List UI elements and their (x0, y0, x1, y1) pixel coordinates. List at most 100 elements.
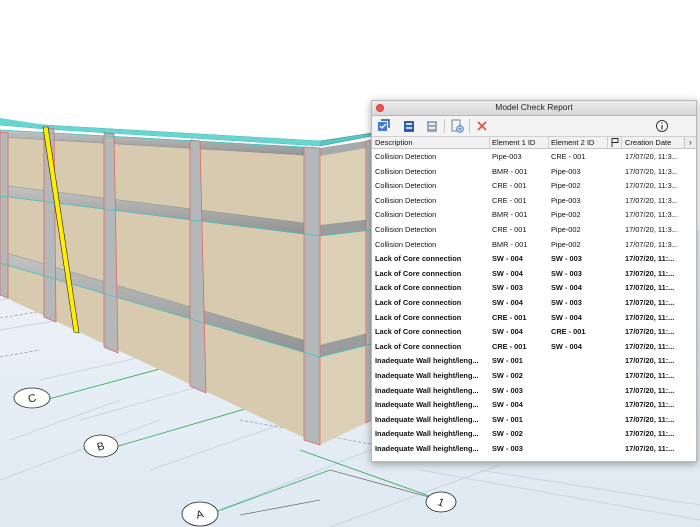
cell-description: Inadequate Wall height/leng... (375, 443, 479, 453)
cell-element-1-id: SW - 002 (492, 370, 523, 380)
cell-element-1-id: SW - 002 (492, 429, 523, 439)
cell-description: Inadequate Wall height/leng... (375, 429, 479, 439)
show-elements-icon[interactable] (425, 119, 439, 133)
cell-creation-date: 17/07/20, 11:... (625, 443, 675, 453)
table-row[interactable]: Inadequate Wall height/leng... SW - 001 17… (372, 353, 696, 368)
table-row[interactable]: Collision Detection BMR - 001 Pipe-002 17/0… (372, 237, 696, 252)
table-row[interactable]: Lack of Core connection SW - 004 SW - 003 1… (372, 266, 696, 281)
cell-description: Lack of Core connection (375, 268, 462, 278)
info-icon[interactable] (655, 119, 669, 133)
flag-icon[interactable] (611, 138, 619, 149)
cell-creation-date: 17/07/20, 11:... (625, 254, 675, 264)
grid-bubble-c[interactable]: C (13, 387, 51, 409)
cell-description: Collision Detection (375, 166, 437, 176)
cell-element-2-id: SW - 003 (551, 254, 582, 264)
cell-creation-date: 17/07/20, 11:3... (625, 152, 678, 161)
cell-element-2-id: SW - 004 (551, 341, 582, 351)
table-row[interactable]: Inadequate Wall height/leng... SW - 003 17… (372, 441, 696, 456)
cell-description: Collision Detection (375, 210, 437, 220)
cell-element-1-id: SW - 001 (492, 356, 523, 366)
cell-creation-date: 17/07/20, 11:... (625, 370, 675, 380)
run-check-icon[interactable] (377, 119, 391, 133)
cell-element-1-id: SW - 004 (492, 254, 523, 264)
cell-element-1-id: BMR - 001 (492, 239, 528, 249)
cell-element-1-id: SW - 003 (492, 385, 523, 395)
cell-creation-date: 17/07/20, 11:... (625, 385, 675, 395)
table-row[interactable]: Inadequate Wall height/leng... SW - 004 17… (372, 397, 696, 412)
table-row[interactable]: Lack of Core connection SW - 004 SW - 003 1… (372, 295, 696, 310)
cell-element-2-id: Pipe-002 (551, 210, 581, 220)
cell-creation-date: 17/07/20, 11:3... (625, 210, 678, 220)
cell-element-2-id: SW - 004 (551, 312, 582, 322)
table-row[interactable]: Collision Detection Pipe-003 CRE - 001 17/0… (372, 149, 696, 164)
table-row[interactable]: Inadequate Wall height/leng... SW - 002 17… (372, 368, 696, 383)
table-row[interactable]: Inadequate Wall height/leng... SW - 002 17… (372, 426, 696, 441)
window-title: Model Check Report (495, 102, 573, 112)
table-row[interactable]: Collision Detection CRE - 001 Pipe-002 17/0… (372, 222, 696, 237)
table-row[interactable]: Lack of Core connection CRE - 001 SW - 004… (372, 339, 696, 354)
table-row[interactable]: Lack of Core connection CRE - 001 SW - 004… (372, 310, 696, 325)
cell-creation-date: 17/07/20, 11:... (625, 400, 675, 410)
cell-element-1-id: CRE - 001 (492, 181, 527, 191)
cell-creation-date: 17/07/20, 11:... (625, 283, 675, 293)
cell-creation-date: 17/07/20, 11:... (625, 327, 675, 337)
column-description[interactable]: Description (375, 138, 413, 147)
export-report-icon[interactable] (450, 119, 464, 133)
table-row[interactable]: Inadequate Wall height/leng... SW - 001 17… (372, 412, 696, 427)
cell-description: Inadequate Wall height/leng... (375, 414, 479, 424)
cell-element-1-id: CRE - 001 (492, 224, 527, 234)
table-row[interactable]: Collision Detection CRE - 001 Pipe-002 17/0… (372, 178, 696, 193)
column-element-2-id[interactable]: Element 2 ID (551, 138, 594, 147)
cell-element-2-id: Pipe-003 (551, 195, 581, 205)
cell-element-2-id: Pipe-002 (551, 181, 581, 191)
cell-element-1-id: SW - 004 (492, 297, 523, 307)
table-row[interactable]: Lack of Core connection SW - 003 SW - 004 1… (372, 280, 696, 295)
cell-description: Lack of Core connection (375, 297, 462, 307)
table-row[interactable]: Lack of Core connection SW - 004 SW - 003 1… (372, 251, 696, 266)
table-row[interactable]: Lack of Core connection SW - 004 CRE - 001… (372, 324, 696, 339)
grid-bubble-a[interactable]: A (181, 501, 219, 527)
cell-description: Collision Detection (375, 181, 437, 191)
cell-creation-date: 17/07/20, 11:... (625, 429, 675, 439)
toolbar (372, 116, 696, 137)
select-elements-icon[interactable] (402, 119, 416, 133)
table-row[interactable]: Inadequate Wall height/leng... SW - 003 17… (372, 383, 696, 398)
cell-creation-date: 17/07/20, 11:... (625, 341, 675, 351)
cell-element-1-id: SW - 003 (492, 283, 523, 293)
cell-creation-date: 17/07/20, 11:3... (625, 239, 678, 249)
table-row[interactable]: Collision Detection BMR - 001 Pipe-002 17/0… (372, 207, 696, 222)
cell-element-1-id: BMR - 001 (492, 210, 528, 220)
column-element-1-id[interactable]: Element 1 ID (492, 138, 535, 147)
cell-creation-date: 17/07/20, 11:... (625, 356, 675, 366)
cell-description: Collision Detection (375, 195, 437, 205)
cell-creation-date: 17/07/20, 11:... (625, 268, 675, 278)
cell-description: Collision Detection (375, 152, 437, 161)
cell-element-1-id: SW - 001 (492, 414, 523, 424)
cell-element-1-id: SW - 003 (492, 443, 523, 453)
facade-end (320, 140, 372, 445)
cell-element-1-id: Pipe-003 (492, 152, 522, 161)
cell-description: Lack of Core connection (375, 341, 462, 351)
cell-description: Collision Detection (375, 239, 437, 249)
grid-bubble-1[interactable]: 1 (425, 491, 457, 513)
title-bar[interactable]: Model Check Report (372, 101, 696, 116)
table-row[interactable]: Collision Detection CRE - 001 Pipe-003 17/0… (372, 193, 696, 208)
cell-description: Inadequate Wall height/leng... (375, 370, 479, 380)
column-creation-date[interactable]: Creation Date (625, 138, 671, 147)
model-check-report-window[interactable]: Model Check Report Description Element 1… (371, 100, 697, 462)
cell-element-1-id: CRE - 001 (492, 195, 527, 205)
table-row[interactable]: Collision Detection BMR - 001 Pipe-003 17/0… (372, 164, 696, 179)
grid-bubble-b[interactable]: B (83, 434, 119, 458)
cell-element-2-id: SW - 003 (551, 268, 582, 278)
cell-description: Collision Detection (375, 224, 437, 234)
cell-creation-date: 17/07/20, 11:3... (625, 166, 678, 176)
cell-description: Inadequate Wall height/leng... (375, 356, 479, 366)
delete-icon[interactable] (475, 119, 489, 133)
scroll-right-arrow-icon[interactable]: › (684, 137, 696, 148)
cell-element-2-id: SW - 003 (551, 297, 582, 307)
cell-element-1-id: SW - 004 (492, 400, 523, 410)
report-table-body: Collision Detection Pipe-003 CRE - 001 17/0… (372, 149, 696, 455)
cell-creation-date: 17/07/20, 11:3... (625, 181, 678, 191)
cell-description: Lack of Core connection (375, 327, 462, 337)
cell-element-1-id: CRE - 001 (492, 341, 527, 351)
